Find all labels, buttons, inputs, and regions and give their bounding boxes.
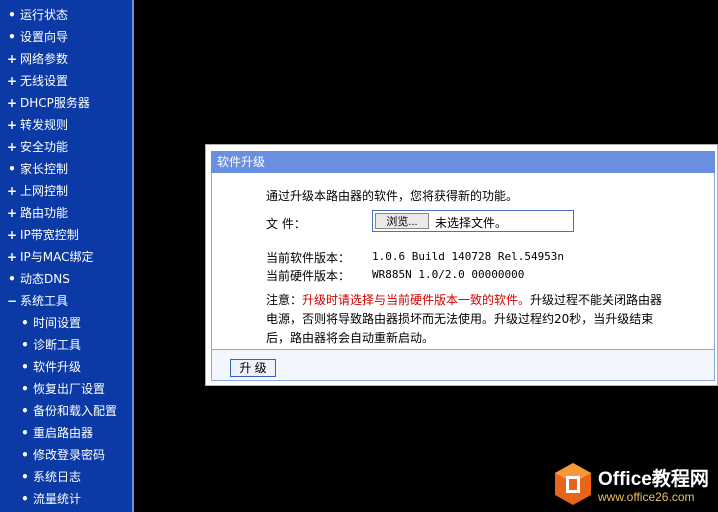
bullet-icon: • <box>21 470 29 484</box>
sidebar-item[interactable]: + 转发规则 <box>0 115 68 135</box>
hardware-version-label: 当前硬件版本： <box>266 269 351 283</box>
sidebar-menu: • 运行状态 • 设置向导 + 网络参数 + 无线设置 + DHCP服务器 + 转发规则 + 安全功能 • 家… <box>0 0 134 512</box>
expand-icon: + <box>7 206 18 220</box>
bullet-icon: • <box>21 382 29 396</box>
bullet-icon: • <box>21 360 29 374</box>
sidebar-item-label: 运行状态 <box>20 8 69 22</box>
sidebar-item-label: 修改登录密码 <box>33 448 106 462</box>
sidebar-item[interactable]: + DHCP服务器 <box>0 93 90 113</box>
sidebar-item[interactable]: + IP与MAC绑定 <box>0 247 94 267</box>
sidebar-item[interactable]: • 恢复出厂设置 <box>0 379 105 399</box>
sidebar-item-label: 流量统计 <box>33 492 82 506</box>
sidebar-item-label: 诊断工具 <box>33 338 82 352</box>
sidebar-item[interactable]: + 安全功能 <box>0 137 68 157</box>
bullet-icon: • <box>8 8 16 22</box>
bullet-icon: • <box>21 404 29 418</box>
sidebar-item[interactable]: • 软件升级 <box>0 357 81 377</box>
sidebar-item-label: 无线设置 <box>20 74 69 88</box>
intro-text: 通过升级本路由器的软件，您将获得新的功能。 <box>266 189 519 203</box>
sidebar-item[interactable]: + 无线设置 <box>0 71 68 91</box>
sidebar-item-label: 家长控制 <box>20 162 69 176</box>
bullet-icon: • <box>8 30 16 44</box>
sidebar-item[interactable]: • 流量统计 <box>0 489 81 509</box>
upgrade-button[interactable]: 升 级 <box>230 359 276 377</box>
sidebar-item[interactable]: + 上网控制 <box>0 181 68 201</box>
sidebar-item-label: 时间设置 <box>33 316 82 330</box>
watermark: Office教程网 www.office26.com <box>552 460 718 512</box>
note-warning: 升级时请选择与当前硬件版本一致的软件。 <box>302 293 531 307</box>
hardware-version-value: WR885N 1.0/2.0 00000000 <box>372 268 525 281</box>
sidebar-item[interactable]: • 修改登录密码 <box>0 445 105 465</box>
sidebar-item[interactable]: + IP带宽控制 <box>0 225 79 245</box>
file-input[interactable]: 浏览... 未选择文件。 <box>372 210 574 232</box>
panel-body: 通过升级本路由器的软件，您将获得新的功能。 文 件： 浏览... 未选择文件。 … <box>211 173 715 349</box>
expand-icon: + <box>7 250 18 264</box>
sidebar-item[interactable]: − 系统工具 <box>0 291 68 311</box>
sidebar-item[interactable]: • 时间设置 <box>0 313 81 333</box>
collapse-icon: − <box>7 294 18 308</box>
sidebar-item-label: 路由功能 <box>20 206 69 220</box>
sidebar-item-label: 系统日志 <box>33 470 82 484</box>
file-status: 未选择文件。 <box>435 216 508 230</box>
bullet-icon: • <box>21 338 29 352</box>
expand-icon: + <box>7 140 18 154</box>
sidebar-item-label: IP带宽控制 <box>20 228 79 242</box>
bullet-icon: • <box>21 316 29 330</box>
sidebar-item-label: 上网控制 <box>20 184 69 198</box>
expand-icon: + <box>7 52 18 66</box>
watermark-url: www.office26.com <box>598 490 695 504</box>
sidebar-item[interactable]: • 动态DNS <box>0 269 70 289</box>
bullet-icon: • <box>21 426 29 440</box>
expand-icon: + <box>7 184 18 198</box>
office-logo-icon <box>555 463 591 505</box>
panel-title: 软件升级 <box>211 151 715 173</box>
sidebar-item-label: 动态DNS <box>20 272 70 286</box>
sidebar-item[interactable]: + 路由功能 <box>0 203 68 223</box>
bullet-icon: • <box>21 448 29 462</box>
note-prefix: 注意： <box>266 293 303 307</box>
sidebar-item[interactable]: • 设置向导 <box>0 27 68 47</box>
sidebar-item[interactable]: + 网络参数 <box>0 49 68 69</box>
watermark-title: Office教程网 <box>598 469 709 490</box>
sidebar-item-label: 系统工具 <box>20 294 69 308</box>
panel-footer: 升 级 <box>211 349 715 381</box>
software-version-value: 1.0.6 Build 140728 Rel.54953n <box>372 250 565 263</box>
expand-icon: + <box>7 96 18 110</box>
expand-icon: + <box>7 118 18 132</box>
sidebar-item-label: 恢复出厂设置 <box>33 382 106 396</box>
bullet-icon: • <box>21 492 29 506</box>
sidebar-item[interactable]: • 重启路由器 <box>0 423 93 443</box>
sidebar-item[interactable]: • 诊断工具 <box>0 335 81 355</box>
sidebar-item-label: DHCP服务器 <box>20 96 90 110</box>
software-version-label: 当前软件版本： <box>266 251 351 265</box>
expand-icon: + <box>7 228 18 242</box>
sidebar-item-label: 软件升级 <box>33 360 82 374</box>
browse-button[interactable]: 浏览... <box>375 213 429 229</box>
sidebar-item-label: 重启路由器 <box>33 426 94 440</box>
sidebar-item[interactable]: • 运行状态 <box>0 5 68 25</box>
sidebar-item[interactable]: • 系统日志 <box>0 467 81 487</box>
sidebar-item-label: IP与MAC绑定 <box>20 250 94 264</box>
sidebar-item[interactable]: • 家长控制 <box>0 159 68 179</box>
bullet-icon: • <box>8 272 16 286</box>
firmware-upgrade-panel: 软件升级 通过升级本路由器的软件，您将获得新的功能。 文 件： 浏览... 未选… <box>205 144 718 386</box>
expand-icon: + <box>7 74 18 88</box>
sidebar-item-label: 转发规则 <box>20 118 69 132</box>
file-label: 文 件： <box>266 217 306 231</box>
upgrade-note: 注意：升级时请选择与当前硬件版本一致的软件。升级过程不能关闭路由器电源，否则将导… <box>266 291 666 348</box>
sidebar-item[interactable]: • 备份和载入配置 <box>0 401 117 421</box>
sidebar-item-label: 备份和载入配置 <box>33 404 118 418</box>
sidebar-item-label: 安全功能 <box>20 140 69 154</box>
sidebar-item-label: 网络参数 <box>20 52 69 66</box>
sidebar-item-label: 设置向导 <box>20 30 69 44</box>
bullet-icon: • <box>8 162 16 176</box>
